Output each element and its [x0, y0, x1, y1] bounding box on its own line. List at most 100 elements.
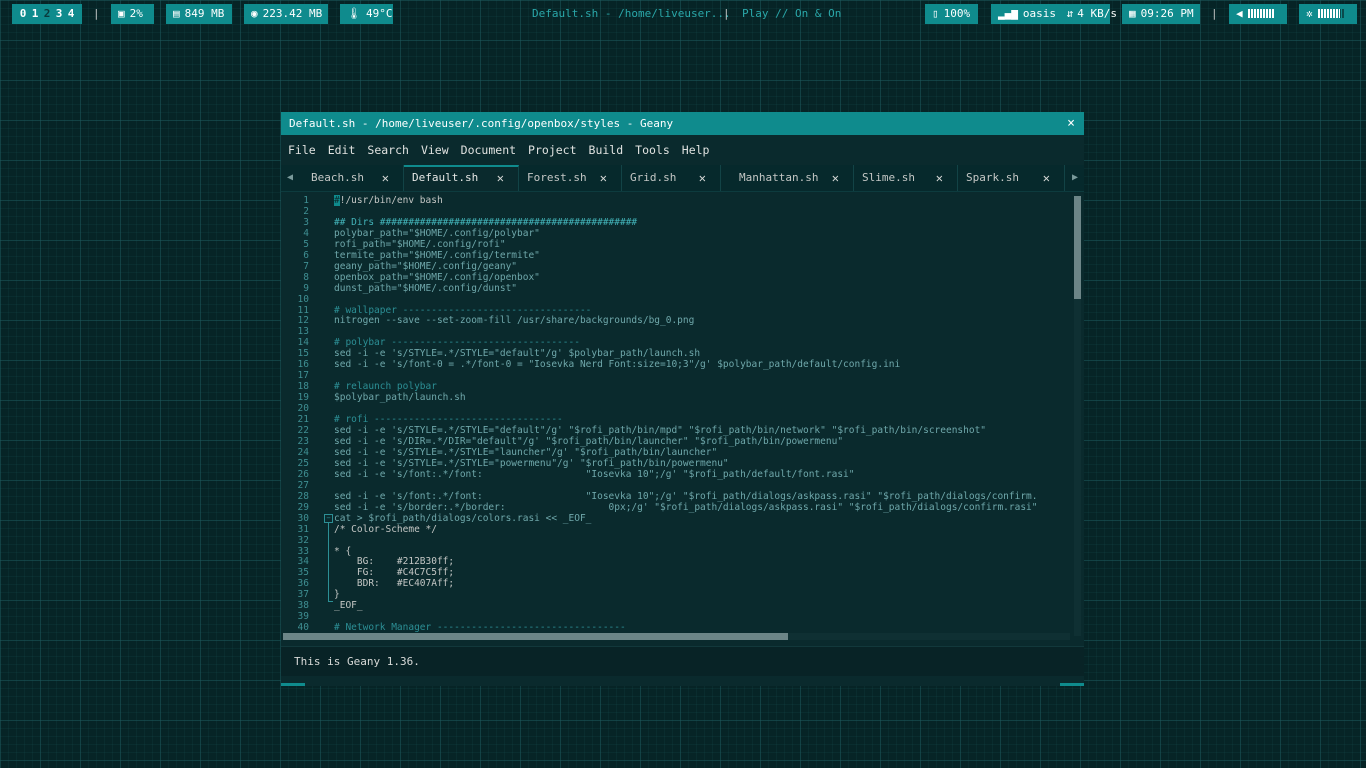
close-button[interactable]: ×	[1064, 112, 1078, 135]
code-line[interactable]: sed -i -e 's/font:.*/font: "Iosevka 10";…	[334, 469, 1074, 481]
code-line[interactable]	[334, 295, 1074, 306]
tab-scroll-left-icon[interactable]: ◀	[283, 165, 297, 191]
menu-edit[interactable]: Edit	[328, 143, 356, 157]
document-tab-bar: ◀ Beach.sh ✕ Default.sh ✕ Forest.sh ✕ Grid.sh ✕…	[281, 165, 1084, 192]
code-line[interactable]	[334, 536, 1074, 547]
menu-search[interactable]: Search	[367, 143, 409, 157]
tab-label: Beach.sh	[311, 171, 364, 184]
workspace-1[interactable]: 1	[29, 4, 41, 24]
line-number: 32	[297, 534, 309, 546]
active-window-title: Default.sh - /home/liveuser...	[532, 7, 731, 20]
tab-close-icon[interactable]: ✕	[1043, 165, 1050, 191]
tab-beach[interactable]: Beach.sh ✕	[303, 165, 404, 191]
menu-file[interactable]: File	[288, 143, 316, 157]
code-line[interactable]: }	[334, 589, 1074, 601]
battery-icon: ▯	[932, 7, 939, 20]
chip-icon: ▣	[118, 7, 125, 20]
brightness-module[interactable]: ✲	[1299, 4, 1357, 24]
tab-default[interactable]: Default.sh ✕	[404, 165, 519, 191]
tab-forest[interactable]: Forest.sh ✕	[519, 165, 622, 191]
network-name: oasis	[1022, 7, 1056, 20]
tab-close-icon[interactable]: ✕	[382, 165, 389, 191]
separator: |	[723, 7, 730, 20]
code-line[interactable]: $polybar_path/launch.sh	[334, 392, 1074, 404]
tab-close-icon[interactable]: ✕	[936, 165, 943, 191]
horizontal-scrollbar[interactable]	[283, 633, 1070, 640]
code-line[interactable]: BDR: #EC407Aff;	[334, 578, 1074, 590]
code-line[interactable]: openbox_path="$HOME/.config/openbox"	[334, 272, 1074, 284]
tab-manhattan[interactable]: Manhattan.sh ✕	[731, 165, 854, 191]
line-number: 10	[297, 293, 309, 305]
tab-close-icon[interactable]: ✕	[497, 167, 504, 189]
code-line[interactable]: /* Color-Scheme */	[334, 524, 1074, 536]
resize-handle-left[interactable]	[281, 683, 305, 686]
menu-help[interactable]: Help	[682, 143, 710, 157]
menu-document[interactable]: Document	[461, 143, 516, 157]
temperature-value: 49°C	[365, 7, 393, 20]
disk-value: 223.42 MB	[262, 7, 323, 20]
top-panel: 01234 | ▣ 2% ▤ 849 MB ◉ 223.42 MB 🌡 49°C Def…	[0, 0, 1366, 28]
menu-build[interactable]: Build	[589, 143, 624, 157]
code-line[interactable]: cat > $rofi_path/dialogs/colors.rasi << …	[334, 513, 1074, 525]
tab-label: Forest.sh	[527, 171, 587, 184]
volume-level-bar[interactable]	[1247, 8, 1274, 18]
code-line[interactable]: sed -i -e 's/font-0 = .*/font-0 = "Iosev…	[334, 359, 1074, 371]
vertical-scrollbar[interactable]	[1074, 196, 1081, 636]
fold-toggle-icon[interactable]: −	[324, 514, 333, 523]
menu-tools[interactable]: Tools	[635, 143, 670, 157]
network-down-icon: ⇵	[1066, 7, 1074, 20]
line-number: 31	[297, 523, 309, 535]
code-line[interactable]: sed -i -e 's/border:.*/border: 0px;/g' "…	[334, 502, 1074, 514]
tab-slime[interactable]: Slime.sh ✕	[854, 165, 958, 191]
line-number: 8	[303, 271, 309, 283]
code-line[interactable]: _EOF_	[334, 600, 1074, 612]
tab-close-icon[interactable]: ✕	[600, 165, 607, 191]
menu-project[interactable]: Project	[528, 143, 576, 157]
volume-module[interactable]: ◀	[1229, 4, 1287, 24]
tab-grid[interactable]: Grid.sh ✕	[622, 165, 721, 191]
horizontal-scrollbar-thumb[interactable]	[283, 633, 788, 640]
line-number-gutter: 1 2 3 4 5 6 7 8 9 10 11 12 13 14 15 16 17 18 19 20 21 22 23 24 2…	[281, 194, 309, 646]
tab-close-icon[interactable]: ✕	[699, 165, 706, 191]
brightness-icon: ✲	[1306, 7, 1313, 20]
brightness-level-bar[interactable]	[1317, 8, 1344, 18]
code-editor[interactable]: 1 2 3 4 5 6 7 8 9 10 11 12 13 14 15 16 17 18 19 20 21 22 23 24 2…	[281, 194, 1084, 646]
cpu-module: ▣ 2%	[111, 4, 154, 24]
menu-bar: File Edit Search View Document Project Build To…	[281, 135, 1084, 165]
temperature-module: 🌡 49°C	[340, 4, 393, 24]
mpd-status[interactable]: Play // On & On	[742, 4, 841, 24]
code-line[interactable]: #!/usr/bin/env bash	[334, 195, 1074, 207]
code-line[interactable]: dunst_path="$HOME/.config/dunst"	[334, 283, 1074, 295]
workspace-2[interactable]: 2	[41, 4, 53, 24]
clock-value: 09:26 PM	[1140, 7, 1194, 20]
tab-close-icon[interactable]: ✕	[832, 165, 839, 191]
status-bar: This is Geany 1.36.	[281, 646, 1084, 676]
window-title: Default.sh - /home/liveuser/.config/open…	[289, 117, 674, 130]
vertical-scrollbar-thumb[interactable]	[1074, 196, 1081, 299]
workspace-0[interactable]: 0	[17, 4, 29, 24]
disk-icon: ◉	[251, 7, 258, 20]
workspace-3[interactable]: 3	[53, 4, 65, 24]
line-number: 9	[303, 282, 309, 294]
tab-scroll-right-icon[interactable]: ▶	[1068, 165, 1082, 191]
code-text[interactable]: #!/usr/bin/env bash ## Dirs ############…	[334, 194, 1074, 636]
separator: |	[1211, 7, 1218, 20]
network-speed: 4 KB/s	[1077, 7, 1117, 20]
workspace-switcher[interactable]: 01234	[12, 4, 82, 24]
tab-spark[interactable]: Spark.sh ✕	[958, 165, 1065, 191]
memory-module: ▤ 849 MB	[166, 4, 232, 24]
resize-handle-right[interactable]	[1060, 683, 1084, 686]
cpu-value: 2%	[129, 7, 143, 20]
menu-view[interactable]: View	[421, 143, 449, 157]
battery-value: 100%	[943, 7, 971, 20]
memory-icon: ▤	[173, 7, 180, 20]
tab-label: Default.sh	[412, 171, 479, 184]
code-line[interactable]	[334, 371, 1074, 382]
workspace-4[interactable]: 4	[65, 4, 77, 24]
code-line[interactable]: nitrogen --save --set-zoom-fill /usr/sha…	[334, 316, 1074, 327]
tab-label: Slime.sh	[862, 171, 915, 184]
calendar-icon: ▦	[1129, 7, 1136, 20]
window-titlebar[interactable]: Default.sh - /home/liveuser/.config/open…	[281, 112, 1084, 135]
clock-module[interactable]: ▦ 09:26 PM	[1122, 4, 1200, 24]
network-module[interactable]: ▂▄▆ oasis ⇵ 4 KB/s	[991, 4, 1117, 24]
